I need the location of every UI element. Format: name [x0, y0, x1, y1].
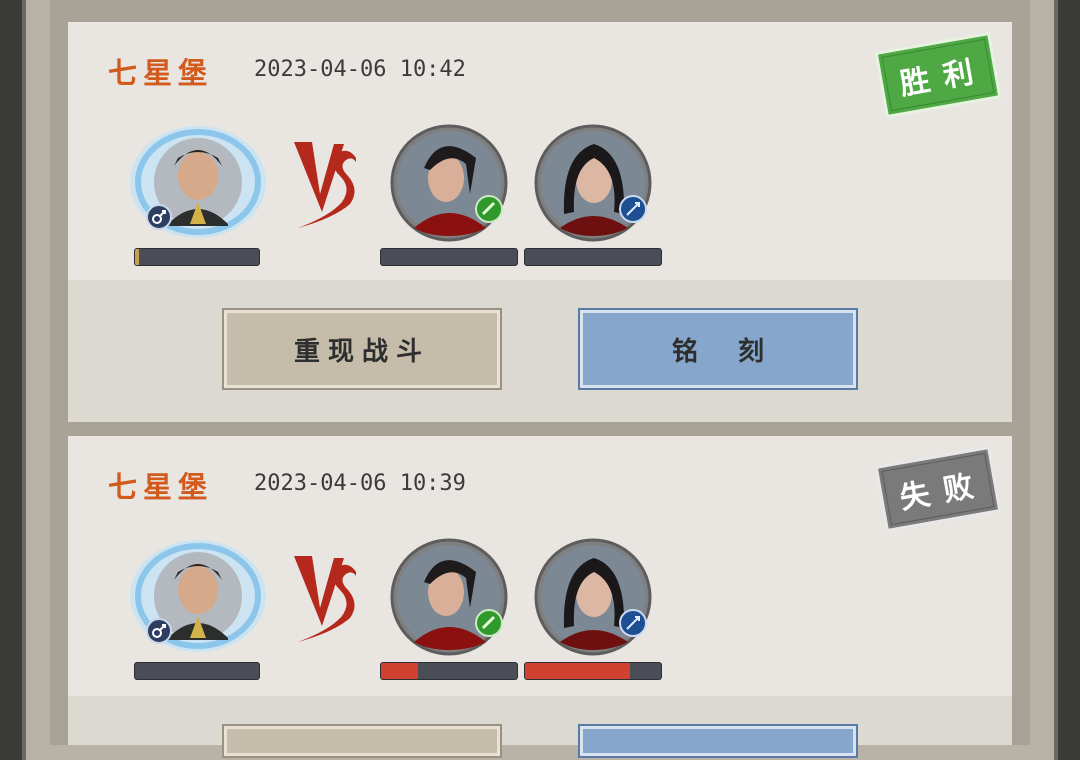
enemy-hp-bar — [380, 662, 518, 680]
enemy-avatar[interactable] — [534, 124, 652, 242]
battle-record-card: 七星堡 2023-04-06 10:39 失败 — [68, 436, 1012, 758]
player-hp-bar — [134, 662, 260, 680]
result-stamp-win: 胜利 — [873, 30, 1003, 120]
blue-sword-icon — [619, 195, 647, 223]
vs-emblem — [294, 556, 356, 642]
enemy-hp-bar — [524, 248, 662, 266]
enemy-hp-fill — [381, 663, 418, 679]
enemy-hp-bar — [524, 662, 662, 680]
enemy-hp-bar — [380, 248, 518, 266]
location-name: 七星堡 — [108, 56, 214, 90]
battle-record-header: 七星堡 2023-04-06 10:39 失败 — [68, 436, 1012, 698]
green-orb-icon — [475, 195, 503, 223]
battle-timestamp: 2023-04-06 10:42 — [254, 57, 466, 82]
male-icon — [146, 204, 172, 230]
player-hp-fill — [135, 249, 139, 265]
vs-emblem — [294, 142, 356, 228]
battle-record-card: 七星堡 2023-04-06 10:42 胜利 重现战斗 铭刻 — [68, 22, 1012, 422]
enemy-avatar[interactable] — [390, 124, 508, 242]
enemy-avatar[interactable] — [390, 538, 508, 656]
location-name: 七星堡 — [108, 470, 214, 504]
player-hp-bar — [134, 248, 260, 266]
battle-record-actions — [68, 696, 1012, 758]
green-orb-icon — [475, 609, 503, 637]
replay-battle-button[interactable] — [222, 724, 502, 758]
battle-record-header: 七星堡 2023-04-06 10:42 胜利 — [68, 22, 1012, 284]
replay-battle-button[interactable]: 重现战斗 — [222, 308, 502, 390]
result-stamp-loss: 失败 — [873, 444, 1003, 534]
inscribe-button[interactable] — [578, 724, 858, 758]
inscribe-button[interactable]: 铭刻 — [578, 308, 858, 390]
battle-timestamp: 2023-04-06 10:39 — [254, 471, 466, 496]
result-label: 胜利 — [897, 52, 990, 103]
enemy-avatar[interactable] — [534, 538, 652, 656]
battle-record-actions: 重现战斗 铭刻 — [68, 280, 1012, 422]
blue-sword-icon — [619, 609, 647, 637]
result-label: 失败 — [897, 466, 990, 517]
male-icon — [146, 618, 172, 644]
enemy-hp-fill — [525, 663, 630, 679]
